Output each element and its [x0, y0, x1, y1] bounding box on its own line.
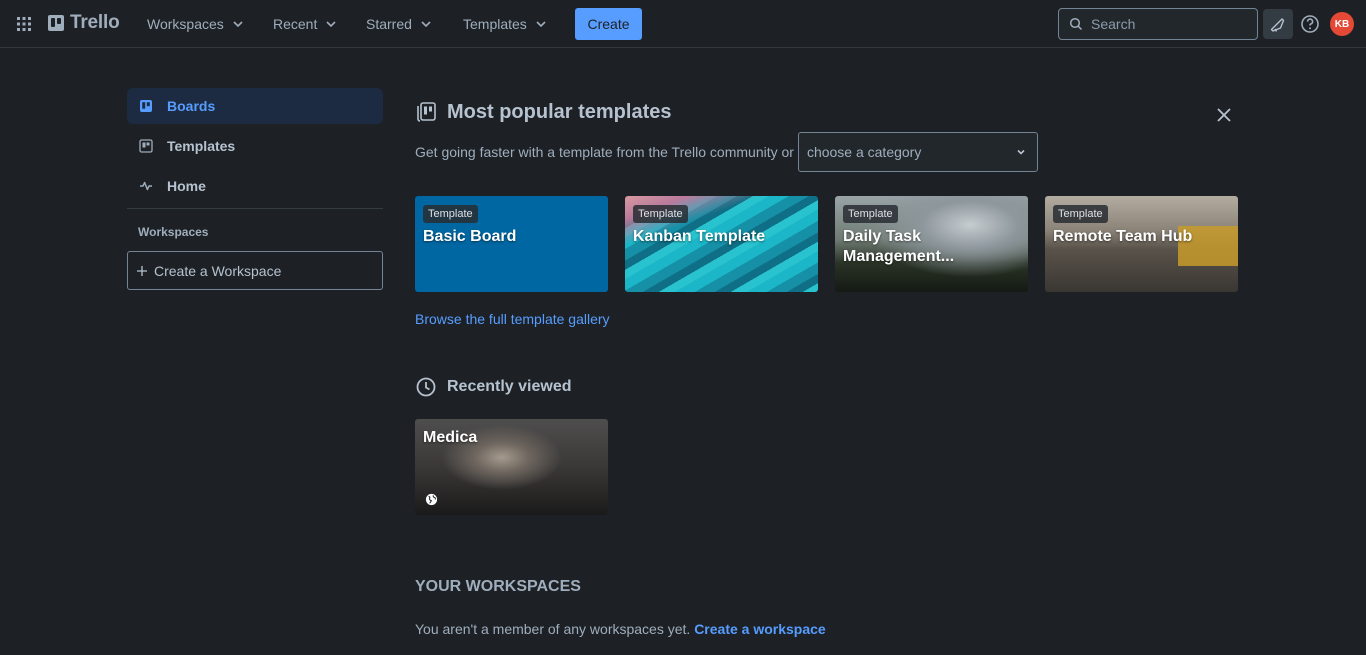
notifications-button[interactable]: [1263, 9, 1293, 39]
nav-recent[interactable]: Recent: [269, 10, 341, 38]
template-badge: Template: [843, 205, 898, 223]
template-tile-remote-team-hub[interactable]: Template Remote Team Hub: [1045, 196, 1238, 292]
category-select-value: choose a category: [806, 144, 922, 160]
template-tile-kanban[interactable]: Template Kanban Template: [625, 196, 818, 292]
templates-title: Most popular templates: [447, 100, 672, 123]
sidebar-item-label: Boards: [167, 98, 216, 114]
nav-starred[interactable]: Starred: [362, 10, 436, 38]
help-button[interactable]: [1299, 13, 1321, 35]
create-workspace-button[interactable]: Create a Workspace: [127, 251, 383, 290]
template-tile-title: Daily Task Management...: [843, 228, 955, 265]
chevron-down-icon: [1017, 149, 1025, 155]
globe-icon: [425, 493, 438, 506]
sidebar-item-label: Templates: [167, 138, 236, 154]
templates-icon: [417, 102, 436, 122]
template-badge: Template: [633, 205, 688, 223]
chevron-down-icon: [536, 21, 546, 28]
board-tile-title: Medica: [423, 429, 478, 446]
template-tiles: Template Basic Board Template Kanban Tem…: [415, 196, 1238, 292]
nav-recent-label: Recent: [273, 16, 318, 32]
megaphone-icon: [1270, 18, 1285, 32]
workspaces-empty-text: You aren't a member of any workspaces ye…: [415, 621, 691, 637]
your-workspaces-heading: YOUR WORKSPACES: [415, 578, 581, 595]
templates-icon: [139, 139, 153, 153]
create-workspace-link[interactable]: Create a workspace: [694, 621, 826, 637]
trello-logo-icon: [48, 15, 64, 31]
search-input[interactable]: [1091, 16, 1251, 32]
sidebar-divider: [127, 208, 383, 209]
sidebar-item-templates[interactable]: Templates: [127, 128, 383, 164]
search-icon: [1069, 17, 1083, 31]
close-icon: [1217, 108, 1231, 122]
clock-icon: [416, 377, 436, 397]
board-icon: [140, 100, 152, 112]
trello-logo[interactable]: Trello: [48, 12, 120, 34]
workspaces-empty-message: You aren't a member of any workspaces ye…: [415, 621, 826, 637]
nav-starred-label: Starred: [366, 16, 412, 32]
templates-subtitle: Get going faster with a template from th…: [415, 144, 794, 160]
home-activity-icon: [140, 181, 152, 191]
template-badge: Template: [1053, 205, 1108, 223]
chevron-down-icon: [326, 21, 336, 28]
templates-subtitle-row: Get going faster with a template from th…: [415, 132, 1038, 172]
plus-icon: [137, 265, 147, 276]
template-tile-basic-board[interactable]: Template Basic Board: [415, 196, 608, 292]
category-select[interactable]: choose a category: [797, 132, 1038, 172]
template-tile-title: Kanban Template: [633, 228, 766, 245]
search-box[interactable]: [1058, 8, 1258, 40]
templates-header: Most popular templates: [415, 100, 1240, 124]
chevron-down-icon: [421, 21, 431, 28]
sidebar-item-boards[interactable]: Boards: [127, 88, 383, 124]
template-tile-title: Remote Team Hub: [1053, 228, 1193, 245]
chevron-down-icon: [233, 21, 243, 28]
board-tile-medica[interactable]: Medica: [415, 419, 608, 515]
close-templates-button[interactable]: [1215, 106, 1233, 124]
browse-template-gallery-link[interactable]: Browse the full template gallery: [415, 311, 610, 327]
recently-viewed-header: Recently viewed: [415, 376, 572, 398]
nav-workspaces-label: Workspaces: [147, 16, 224, 32]
create-workspace-label: Create a Workspace: [154, 262, 282, 279]
template-badge: Template: [423, 205, 478, 223]
nav-templates[interactable]: Templates: [459, 10, 551, 38]
nav-workspaces[interactable]: Workspaces: [143, 10, 248, 38]
workspaces-heading: Workspaces: [138, 225, 209, 239]
sidebar: Boards Templates Home Workspaces Create …: [127, 88, 383, 290]
main-content: Most popular templates Get going faster …: [415, 100, 1240, 637]
app-switcher-icon[interactable]: [14, 14, 34, 34]
logo-text: Trello: [70, 12, 120, 33]
help-icon: [1301, 15, 1319, 33]
template-tile-title: Basic Board: [423, 228, 517, 245]
avatar[interactable]: KB: [1330, 12, 1354, 36]
top-navigation-bar: Trello Workspaces Recent Starred Templat…: [0, 0, 1366, 48]
create-button[interactable]: Create: [575, 8, 642, 40]
template-tile-daily-task[interactable]: Template Daily Task Management...: [835, 196, 1028, 292]
nav-templates-label: Templates: [463, 16, 527, 32]
sidebar-item-label: Home: [167, 178, 206, 194]
sidebar-item-home[interactable]: Home: [127, 168, 383, 204]
recently-viewed-title: Recently viewed: [447, 378, 572, 395]
